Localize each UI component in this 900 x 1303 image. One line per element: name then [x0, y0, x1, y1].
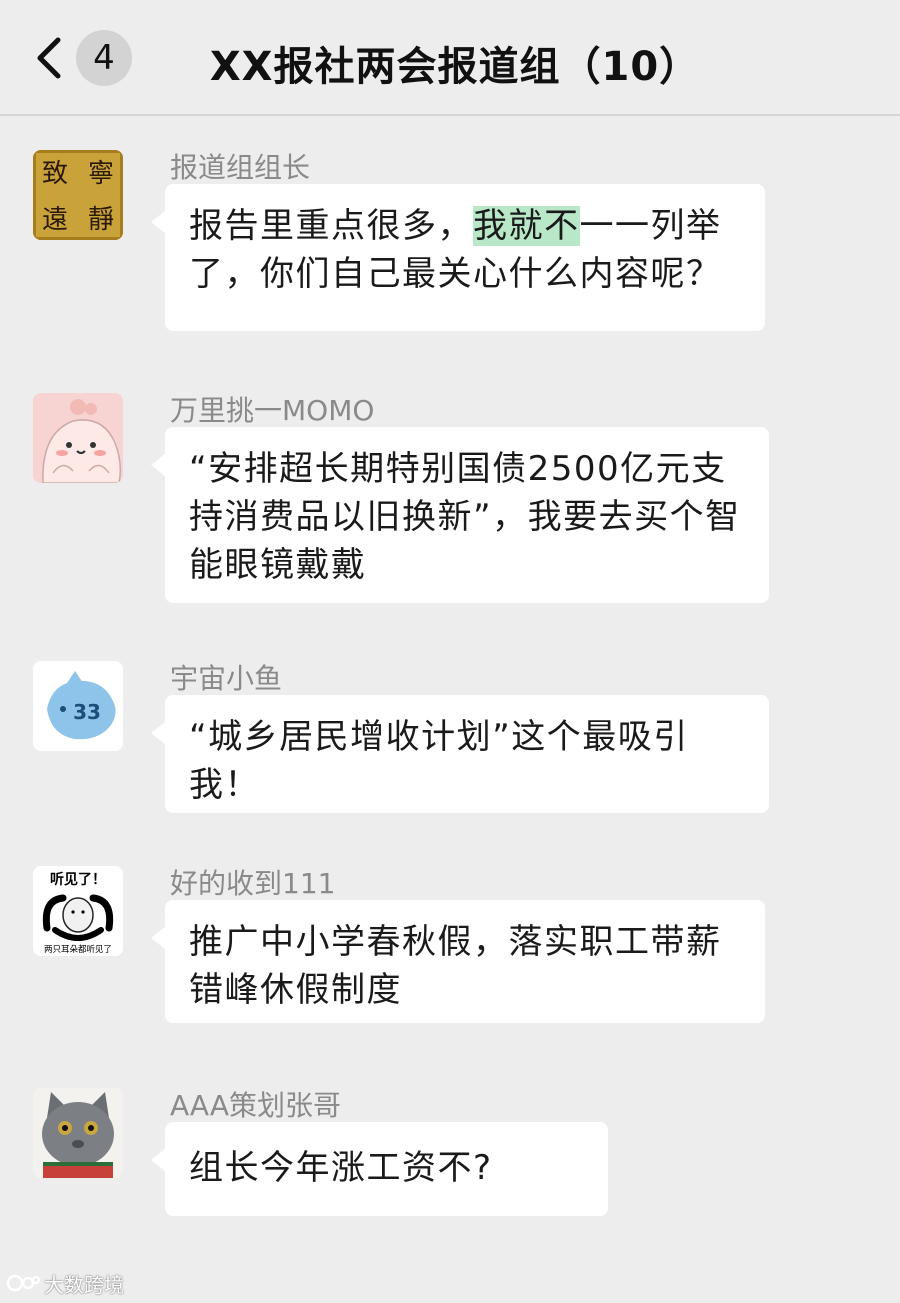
sender-name: 万里挑一MOMO	[170, 394, 375, 427]
watermark-logo-icon	[6, 1274, 40, 1292]
watermark-text: 大数跨境	[44, 1272, 124, 1297]
avatar[interactable]: 33	[33, 661, 123, 751]
message-text: “安排超长期特别国债2500亿元支持消费品以旧换新”，我要去买个智能眼镜戴戴	[189, 449, 741, 585]
sender-name: 好的收到111	[170, 867, 336, 900]
message-text: 推广中小学春秋假，落实职工带薪错峰休假制度	[189, 922, 722, 1010]
message-bubble[interactable]: 报告里重点很多，我就不一一列举了，你们自己最关心什么内容呢？	[151, 184, 765, 331]
calligraphy-avatar-image: 致 寧 遠 靜	[33, 150, 123, 240]
message-bubble[interactable]: 推广中小学春秋假，落实职工带薪错峰休假制度	[151, 900, 765, 1023]
sender-name: AAA策划张哥	[170, 1089, 342, 1122]
avatar[interactable]: 致 寧 遠 靜	[33, 150, 123, 240]
message-bubble[interactable]: 组长今年涨工资不?	[151, 1122, 608, 1216]
sender-name: 宇宙小鱼	[170, 662, 283, 695]
avatar-char: 致	[42, 159, 68, 189]
meme-avatar-image: 听见了！ 两只耳朵都听见了	[33, 866, 123, 956]
svg-text:33: 33	[73, 700, 101, 724]
meme-top-text: 听见了！	[50, 871, 106, 888]
grey-cat-avatar-image	[33, 1088, 123, 1178]
avatar-char: 靜	[88, 205, 114, 235]
highlighted-text: 我就不	[473, 206, 580, 246]
chat-header: 4 XX报社两会报道组（10）	[0, 0, 900, 116]
message-bubble[interactable]: “城乡居民增收计划”这个最吸引我！	[151, 695, 769, 813]
blue-fish-avatar-image: 33	[33, 661, 123, 751]
avatar[interactable]	[33, 393, 123, 483]
meme-bottom-text: 两只耳朵都听见了	[44, 945, 112, 955]
sender-name: 报道组组长	[170, 151, 311, 184]
avatar[interactable]	[33, 1088, 123, 1178]
message-text: 组长今年涨工资不?	[189, 1148, 493, 1188]
watermark: 大数跨境	[6, 1268, 124, 1298]
message-text: 报告里重点很多，	[189, 206, 473, 246]
avatar[interactable]: 听见了！ 两只耳朵都听见了	[33, 866, 123, 956]
message-text: “城乡居民增收计划”这个最吸引我！	[189, 717, 689, 805]
avatar-char: 遠	[42, 205, 68, 235]
avatar-char: 寧	[88, 159, 114, 189]
chat-title: XX报社两会报道组（10）	[209, 44, 701, 90]
message-bubble[interactable]: “安排超长期特别国债2500亿元支持消费品以旧换新”，我要去买个智能眼镜戴戴	[151, 427, 769, 603]
pink-blob-avatar-image	[33, 393, 123, 483]
